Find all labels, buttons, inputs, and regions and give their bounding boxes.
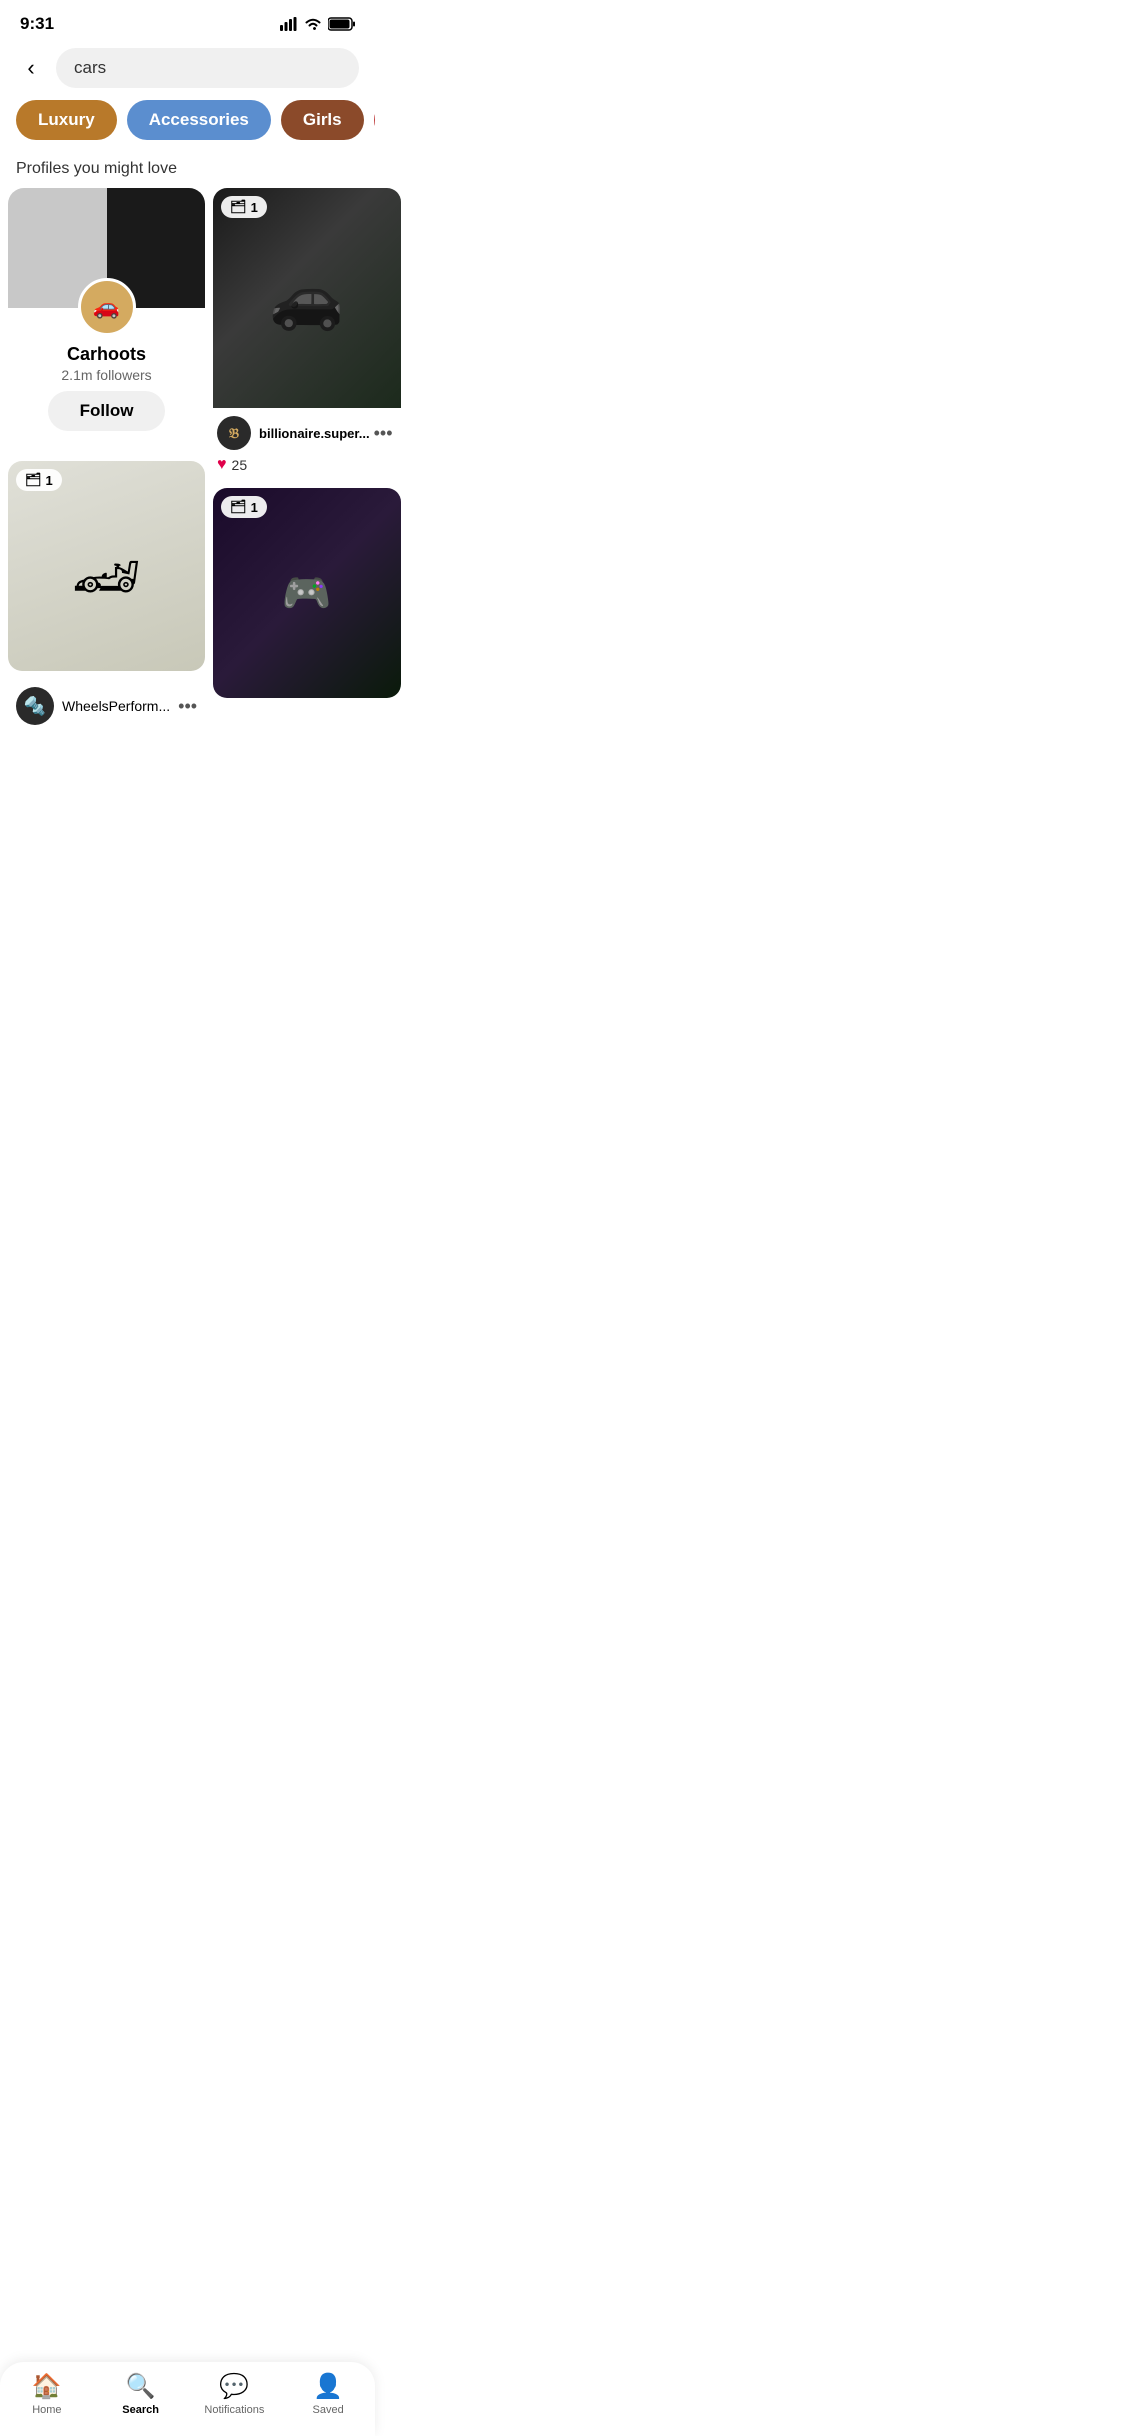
pin-user-row-bmw: 𝔅 billionaire.super... [217,416,370,450]
collection-icon-bmw: 🗂 [230,199,247,215]
interior-image [213,488,400,698]
pin-likes-bmw: ♥ 25 [213,454,400,480]
nav-label-saved: Saved [313,2404,344,2416]
nav-label-notifications: Notifications [204,2404,264,2416]
corvette-image [8,461,205,671]
pin-card-corvette[interactable]: 🗂 1 [8,461,205,671]
right-column: 🗂 1 𝔅 billionaire.super... ••• ♥ 25 [213,188,400,729]
pin-count-corvette: 1 [46,473,53,488]
filter-pill-accessories[interactable]: Accessories [127,100,271,140]
saved-icon: 👤 [313,2372,343,2401]
battery-icon [328,17,355,31]
back-button[interactable]: ‹ [16,53,46,83]
profile-name: Carhoots [18,344,195,365]
nav-item-search[interactable]: 🔍 Search [94,2372,188,2416]
home-icon: 🏠 [32,2372,62,2401]
main-content: 🚗 Carhoots 2.1m followers Follow 🗂 1 🔩 [0,188,375,729]
signal-icon [280,17,298,31]
pin-card-interior[interactable]: 🗂 1 [213,488,400,698]
pin-card-bmw[interactable]: 🗂 1 𝔅 billionaire.super... ••• ♥ 25 [213,188,400,480]
search-bar-row: ‹ [0,42,375,100]
likes-count-bmw: 25 [232,457,248,473]
pin-footer-bmw: 𝔅 billionaire.super... ••• [213,408,400,454]
wifi-icon [304,18,322,31]
collection-icon-interior: 🗂 [230,499,247,515]
left-column: 🚗 Carhoots 2.1m followers Follow 🗂 1 🔩 [8,188,205,729]
nav-label-search: Search [122,2404,159,2416]
filter-pill-girls[interactable]: Girls [281,100,364,140]
nav-item-notifications[interactable]: 💬 Notifications [188,2372,282,2416]
nav-item-home[interactable]: 🏠 Home [0,2372,94,2416]
profile-followers: 2.1m followers [18,367,195,383]
filter-pills: Luxury Accessories Girls Street racing [0,100,375,156]
pin-count-bmw: 1 [251,200,258,215]
bottom-nav: 🏠 Home 🔍 Search 💬 Notifications 👤 Saved [0,2362,375,2436]
profiles-label: Profiles you might love [0,156,375,188]
wheels-more-button[interactable]: ••• [178,696,197,717]
wheel-avatar: 🔩 [16,687,54,725]
bmw-more-button[interactable]: ••• [370,423,397,444]
pin-username-bmw: billionaire.super... [259,426,370,441]
pin-badge-interior: 🗂 1 [221,496,267,518]
pin-badge-bmw: 🗂 1 [221,196,267,218]
heart-icon-bmw: ♥ [217,456,227,474]
filter-pill-street-racing[interactable]: Street racing [374,100,375,140]
pin-count-interior: 1 [251,500,258,515]
nav-label-home: Home [32,2404,61,2416]
search-icon: 🔍 [126,2372,156,2401]
collection-icon: 🗂 [25,472,42,488]
bmw-image [213,188,400,408]
bottom-pin-row: 🔩 WheelsPerform... ••• [8,679,205,729]
nav-item-saved[interactable]: 👤 Saved [281,2372,375,2416]
pin-user-avatar-bmw: 𝔅 [217,416,251,450]
status-icons [280,17,355,31]
status-time: 9:31 [20,14,54,34]
pin-badge-corvette: 🗂 1 [16,469,62,491]
status-bar: 9:31 [0,0,375,42]
profile-banner: 🚗 [8,188,205,308]
filter-pill-luxury[interactable]: Luxury [16,100,117,140]
search-input[interactable] [56,48,359,88]
wheels-username: WheelsPerform... [62,698,170,714]
avatar: 🚗 [78,278,136,336]
follow-button[interactable]: Follow [48,391,166,431]
profile-avatar-wrap: 🚗 [78,278,136,336]
profile-card-carhoots: 🚗 Carhoots 2.1m followers Follow [8,188,205,453]
notifications-icon: 💬 [219,2372,249,2401]
back-chevron-icon: ‹ [27,55,34,81]
